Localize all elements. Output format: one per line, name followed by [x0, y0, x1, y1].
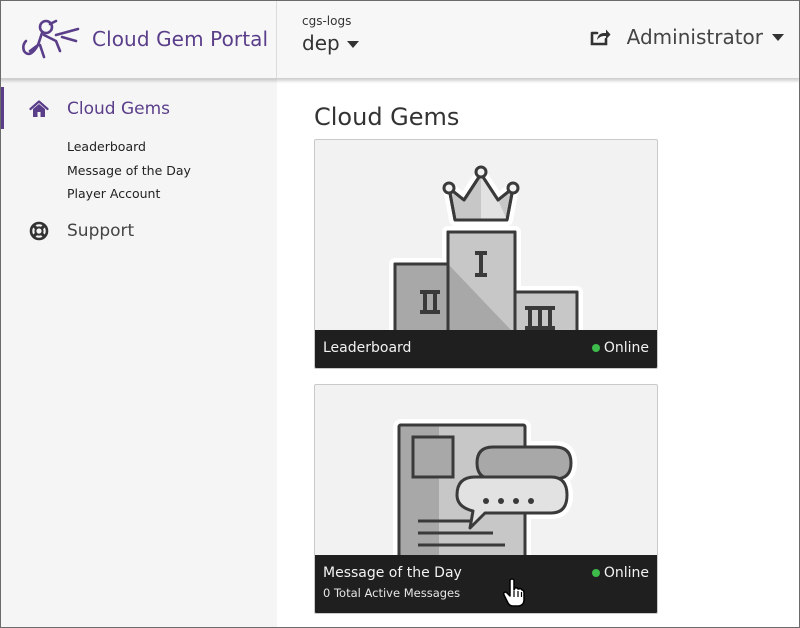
subnav-item-message-of-the-day[interactable]: Message of the Day — [67, 159, 191, 183]
subnav-item-leaderboard[interactable]: Leaderboard — [67, 135, 191, 159]
gem-card-footer: Leaderboard Online — [315, 330, 657, 368]
status-badge: Online — [591, 565, 649, 581]
main-content: Cloud Gems Leaderboard Online Message of… — [277, 79, 800, 628]
subnav-item-player-account[interactable]: Player Account — [67, 182, 191, 206]
status-badge: Online — [591, 340, 649, 356]
gem-name: Leaderboard — [323, 340, 412, 356]
status-dot-icon — [591, 344, 600, 352]
sidebar: Cloud Gems Leaderboard Message of the Da… — [0, 79, 277, 628]
deployment-name: dep — [302, 31, 340, 55]
status-text: Online — [603, 340, 649, 356]
active-indicator — [0, 87, 4, 129]
sidebar-subnav: Leaderboard Message of the Day Player Ac… — [67, 135, 191, 206]
top-header: Cloud Gem Portal cgs-logs dep Administra… — [0, 0, 800, 79]
sidebar-item-support[interactable]: Support — [28, 220, 134, 242]
gem-card-leaderboard[interactable]: Leaderboard Online — [314, 139, 658, 369]
share-icon[interactable] — [589, 27, 611, 47]
gem-subtitle: 0 Total Active Messages — [323, 586, 461, 600]
user-name-button[interactable]: Administrator — [627, 25, 763, 49]
gem-name: Message of the Day — [323, 565, 462, 581]
deployment-dropdown[interactable]: dep — [302, 31, 359, 55]
gem-card-footer: Message of the Day 0 Total Active Messag… — [315, 555, 657, 613]
deployment-picker: cgs-logs dep — [302, 14, 359, 55]
hand-cursor-icon — [503, 578, 525, 607]
status-text: Online — [603, 565, 649, 581]
chevron-down-icon — [346, 40, 359, 48]
status-dot-icon — [591, 569, 600, 577]
app-title: Cloud Gem Portal — [92, 27, 269, 51]
home-icon — [28, 98, 50, 120]
sidebar-item-label: Support — [67, 221, 135, 241]
sidebar-item-label: Cloud Gems — [67, 99, 171, 119]
project-name: cgs-logs — [302, 14, 352, 28]
user-menu: Administrator — [589, 25, 784, 49]
gem-card-message-of-the-day[interactable]: Message of the Day 0 Total Active Messag… — [314, 384, 658, 614]
brand[interactable]: Cloud Gem Portal — [20, 14, 268, 64]
page-title: Cloud Gems — [314, 103, 460, 131]
monkey-logo-icon — [22, 19, 80, 59]
chevron-down-icon[interactable] — [772, 33, 784, 41]
header-divider — [276, 0, 277, 78]
sidebar-item-cloud-gems[interactable]: Cloud Gems — [28, 98, 170, 120]
lifebuoy-icon — [28, 220, 50, 242]
